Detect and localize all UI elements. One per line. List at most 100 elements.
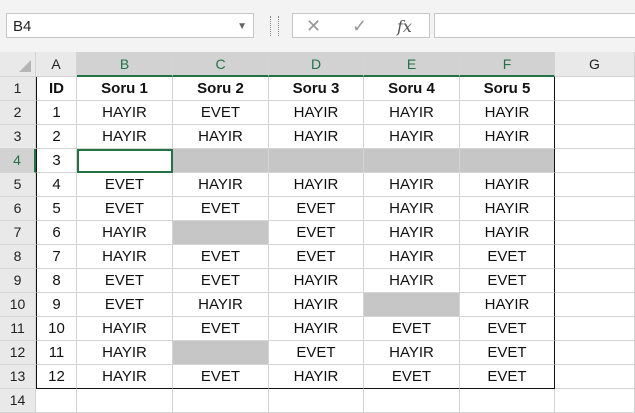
empty-cell[interactable]: [269, 389, 364, 413]
row-header-3[interactable]: 3: [0, 125, 36, 149]
table-cell[interactable]: HAYIR: [269, 365, 364, 389]
table-cell[interactable]: HAYIR: [364, 101, 460, 125]
table-cell[interactable]: 2: [36, 125, 77, 149]
empty-cell[interactable]: [555, 365, 635, 389]
table-cell[interactable]: HAYIR: [364, 125, 460, 149]
row-header-6[interactable]: 6: [0, 197, 36, 221]
empty-cell[interactable]: [364, 389, 460, 413]
empty-cell[interactable]: [555, 125, 635, 149]
table-cell[interactable]: HAYIR: [77, 125, 173, 149]
table-cell[interactable]: [364, 149, 460, 173]
table-cell[interactable]: EVET: [173, 101, 269, 125]
table-cell[interactable]: EVET: [460, 341, 555, 365]
table-cell[interactable]: HAYIR: [460, 197, 555, 221]
chevron-down-icon[interactable]: ▼: [237, 21, 247, 32]
table-cell[interactable]: HAYIR: [364, 221, 460, 245]
table-header-cell[interactable]: ID: [36, 77, 77, 101]
table-cell[interactable]: HAYIR: [77, 365, 173, 389]
empty-cell[interactable]: [555, 389, 635, 413]
table-header-cell[interactable]: Soru 1: [77, 77, 173, 101]
table-cell[interactable]: EVET: [173, 245, 269, 269]
table-cell[interactable]: 7: [36, 245, 77, 269]
cancel-icon[interactable]: ✕: [306, 16, 321, 37]
table-cell[interactable]: EVET: [77, 293, 173, 317]
table-cell[interactable]: EVET: [460, 245, 555, 269]
table-cell[interactable]: HAYIR: [364, 197, 460, 221]
table-cell[interactable]: HAYIR: [364, 245, 460, 269]
empty-cell[interactable]: [555, 101, 635, 125]
table-cell[interactable]: EVET: [77, 269, 173, 293]
row-header-12[interactable]: 12: [0, 341, 36, 365]
empty-cell[interactable]: [555, 269, 635, 293]
empty-cell[interactable]: [555, 293, 635, 317]
empty-cell[interactable]: [555, 341, 635, 365]
table-cell[interactable]: 1: [36, 101, 77, 125]
table-cell[interactable]: [173, 341, 269, 365]
table-cell[interactable]: HAYIR: [269, 125, 364, 149]
row-header-4[interactable]: 4: [0, 149, 36, 173]
column-header-b[interactable]: B: [77, 52, 173, 77]
table-cell[interactable]: HAYIR: [460, 125, 555, 149]
table-cell[interactable]: EVET: [269, 221, 364, 245]
table-cell[interactable]: HAYIR: [364, 173, 460, 197]
table-cell[interactable]: EVET: [460, 269, 555, 293]
empty-cell[interactable]: [77, 389, 173, 413]
empty-cell[interactable]: [555, 317, 635, 341]
table-cell[interactable]: EVET: [364, 365, 460, 389]
table-cell[interactable]: HAYIR: [269, 269, 364, 293]
row-header-10[interactable]: 10: [0, 293, 36, 317]
table-cell[interactable]: HAYIR: [460, 173, 555, 197]
table-cell[interactable]: HAYIR: [173, 293, 269, 317]
table-cell[interactable]: 4: [36, 173, 77, 197]
select-all-icon[interactable]: [19, 60, 31, 72]
column-header-d[interactable]: D: [269, 52, 364, 77]
table-cell[interactable]: 6: [36, 221, 77, 245]
row-header-14[interactable]: 14: [0, 389, 36, 413]
empty-cell[interactable]: [555, 173, 635, 197]
empty-cell[interactable]: [173, 389, 269, 413]
row-header-2[interactable]: 2: [0, 101, 36, 125]
table-header-cell[interactable]: Soru 4: [364, 77, 460, 101]
table-cell[interactable]: 10: [36, 317, 77, 341]
table-cell[interactable]: HAYIR: [173, 125, 269, 149]
table-cell[interactable]: EVET: [173, 269, 269, 293]
table-cell[interactable]: HAYIR: [364, 341, 460, 365]
column-header-a[interactable]: A: [36, 52, 77, 77]
table-cell[interactable]: EVET: [173, 197, 269, 221]
name-box[interactable]: B4 ▼: [6, 13, 254, 38]
table-cell[interactable]: HAYIR: [269, 173, 364, 197]
table-cell[interactable]: HAYIR: [77, 317, 173, 341]
table-header-cell[interactable]: Soru 5: [460, 77, 555, 101]
enter-icon[interactable]: ✓: [352, 16, 367, 37]
table-cell[interactable]: 8: [36, 269, 77, 293]
table-cell[interactable]: [173, 221, 269, 245]
row-header-7[interactable]: 7: [0, 221, 36, 245]
table-cell[interactable]: HAYIR: [269, 293, 364, 317]
table-cell[interactable]: HAYIR: [77, 221, 173, 245]
row-header-1[interactable]: 1: [0, 77, 36, 101]
table-cell[interactable]: EVET: [269, 341, 364, 365]
empty-cell[interactable]: [555, 197, 635, 221]
table-cell[interactable]: EVET: [460, 365, 555, 389]
insert-function-icon[interactable]: fx: [397, 17, 412, 36]
table-cell[interactable]: 5: [36, 197, 77, 221]
table-cell[interactable]: EVET: [269, 245, 364, 269]
table-cell[interactable]: HAYIR: [269, 101, 364, 125]
empty-cell[interactable]: [460, 389, 555, 413]
table-cell[interactable]: HAYIR: [77, 101, 173, 125]
table-cell[interactable]: HAYIR: [77, 341, 173, 365]
row-header-8[interactable]: 8: [0, 245, 36, 269]
table-cell[interactable]: [460, 149, 555, 173]
table-header-cell[interactable]: Soru 3: [269, 77, 364, 101]
table-cell[interactable]: EVET: [173, 365, 269, 389]
table-cell[interactable]: EVET: [269, 197, 364, 221]
empty-cell[interactable]: [555, 245, 635, 269]
empty-cell[interactable]: [555, 149, 635, 173]
table-cell[interactable]: [364, 293, 460, 317]
column-header-g[interactable]: G: [555, 52, 635, 77]
table-cell[interactable]: HAYIR: [364, 269, 460, 293]
table-cell[interactable]: 9: [36, 293, 77, 317]
empty-cell[interactable]: [555, 77, 635, 101]
row-header-5[interactable]: 5: [0, 173, 36, 197]
table-cell[interactable]: HAYIR: [460, 221, 555, 245]
